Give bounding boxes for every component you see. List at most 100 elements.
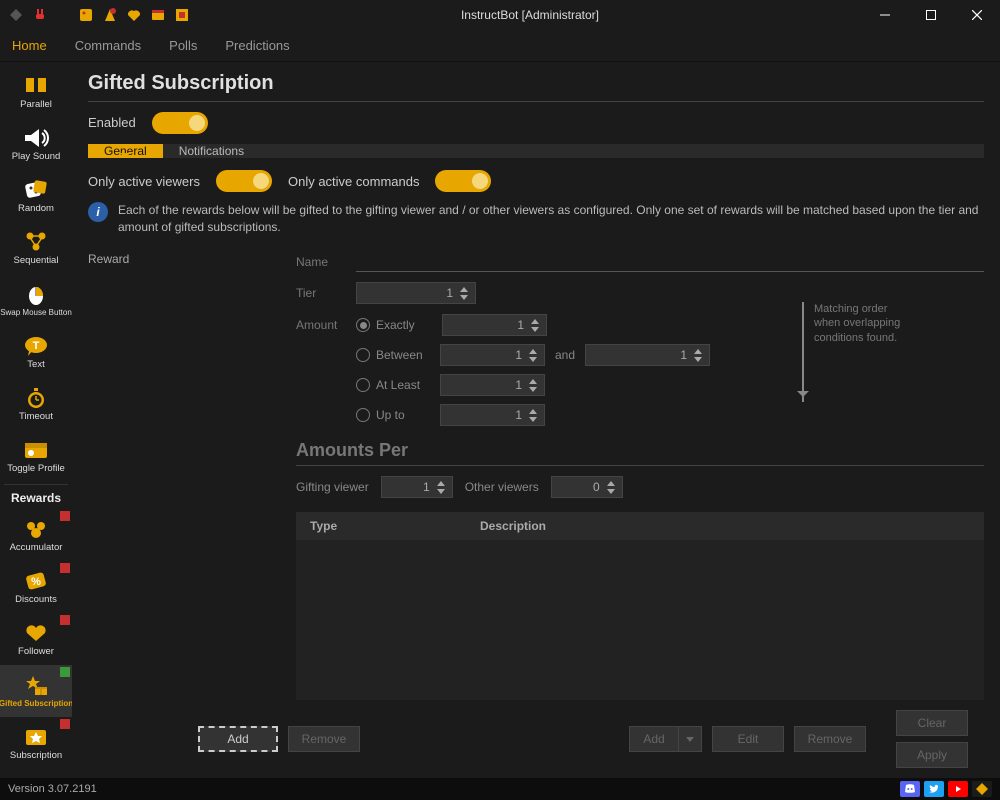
other-viewers-stepper[interactable]: 0 xyxy=(551,476,623,498)
chevron-up-icon[interactable] xyxy=(459,286,469,293)
chevron-up-icon[interactable] xyxy=(528,408,538,415)
menu-polls[interactable]: Polls xyxy=(169,38,197,53)
sound-icon xyxy=(21,126,51,150)
minimize-button[interactable] xyxy=(862,0,908,30)
arrow-note-text: Matching order when overlapping conditio… xyxy=(814,302,914,345)
chevron-down-icon[interactable] xyxy=(436,488,446,495)
plug-icon[interactable] xyxy=(32,7,48,23)
active-viewers-label: Only active viewers xyxy=(88,174,200,189)
discount-icon: % xyxy=(21,569,51,593)
accumulator-icon xyxy=(21,517,51,541)
footer-buttons: Add Remove Add Edit Remove Clear Apply xyxy=(88,700,984,778)
and-label: and xyxy=(555,348,575,362)
amount-radio-between[interactable]: Between xyxy=(356,348,430,362)
youtube-icon[interactable] xyxy=(948,781,968,797)
sidebar: Parallel Play Sound Random Sequential Sw… xyxy=(0,62,72,778)
twitter-icon[interactable] xyxy=(924,781,944,797)
gifting-viewer-stepper[interactable]: 1 xyxy=(381,476,453,498)
badge-icon xyxy=(60,615,70,625)
chevron-down-icon[interactable] xyxy=(459,294,469,301)
sidebar-item-parallel[interactable]: Parallel xyxy=(0,66,72,118)
parallel-icon xyxy=(21,74,51,98)
tool-icon-5[interactable] xyxy=(174,7,190,23)
sidebar-item-timeout[interactable]: Timeout xyxy=(0,378,72,430)
tab-general[interactable]: General xyxy=(88,144,163,159)
sidebar-item-discounts[interactable]: % Discounts xyxy=(0,561,72,613)
tool-icon-2[interactable] xyxy=(102,7,118,23)
sidebar-item-gifted-subscription[interactable]: Gifted Subscription xyxy=(0,665,72,717)
chevron-up-icon[interactable] xyxy=(528,348,538,355)
discord-icon[interactable] xyxy=(900,781,920,797)
mouse-icon xyxy=(21,283,51,307)
sidebar-item-follower[interactable]: Follower xyxy=(0,613,72,665)
chevron-up-icon[interactable] xyxy=(528,378,538,385)
amount-radio-exactly[interactable]: Exactly xyxy=(356,318,430,332)
tabbar: General Notifications xyxy=(88,144,984,159)
tier-stepper[interactable]: 1 xyxy=(356,282,476,304)
exactly-stepper[interactable]: 1 xyxy=(442,314,547,336)
svg-text:T: T xyxy=(33,340,40,352)
svg-text:%: % xyxy=(31,576,41,588)
reward-heading: Reward xyxy=(88,252,276,266)
rewards-table-body xyxy=(296,540,984,700)
badge-icon xyxy=(60,667,70,677)
badge-icon xyxy=(60,563,70,573)
chevron-up-icon[interactable] xyxy=(693,348,703,355)
column-description[interactable]: Description xyxy=(466,519,560,533)
chevron-down-icon[interactable] xyxy=(528,386,538,393)
close-button[interactable] xyxy=(954,0,1000,30)
amount-radio-up-to[interactable]: Up to xyxy=(356,408,430,422)
table-add-dropdown[interactable] xyxy=(678,726,702,752)
sidebar-item-play-sound[interactable]: Play Sound xyxy=(0,118,72,170)
between-to-stepper[interactable]: 1 xyxy=(585,344,710,366)
table-edit-button[interactable]: Edit xyxy=(712,726,784,752)
chevron-up-icon[interactable] xyxy=(606,480,616,487)
column-type[interactable]: Type xyxy=(296,519,466,533)
app-icon xyxy=(8,7,24,23)
chevron-down-icon[interactable] xyxy=(528,356,538,363)
name-input[interactable] xyxy=(356,252,984,272)
tool-icon-3[interactable] xyxy=(126,7,142,23)
chevron-up-icon[interactable] xyxy=(530,318,540,325)
app-status-icon[interactable] xyxy=(972,781,992,797)
sidebar-item-text[interactable]: T Text xyxy=(0,326,72,378)
sequential-icon xyxy=(21,230,51,254)
sidebar-item-swap-mouse[interactable]: Swap Mouse Button xyxy=(0,274,72,326)
maximize-button[interactable] xyxy=(908,0,954,30)
menu-commands[interactable]: Commands xyxy=(75,38,141,53)
sidebar-item-toggle-profile[interactable]: Toggle Profile xyxy=(0,430,72,482)
chevron-up-icon[interactable] xyxy=(436,480,446,487)
amount-radio-at-least[interactable]: At Least xyxy=(356,378,430,392)
sidebar-item-subscription[interactable]: Subscription xyxy=(0,717,72,769)
chevron-down-icon[interactable] xyxy=(530,326,540,333)
at-least-stepper[interactable]: 1 xyxy=(440,374,545,396)
clear-button[interactable]: Clear xyxy=(896,710,968,736)
tool-icon-4[interactable] xyxy=(150,7,166,23)
chevron-down-icon[interactable] xyxy=(606,488,616,495)
active-viewers-toggle[interactable] xyxy=(216,170,272,192)
sidebar-item-random[interactable]: Random xyxy=(0,170,72,222)
page-title: Gifted Subscription xyxy=(88,72,984,95)
menu-home[interactable]: Home xyxy=(12,38,47,53)
tab-notifications[interactable]: Notifications xyxy=(163,144,260,159)
reward-remove-button[interactable]: Remove xyxy=(288,726,360,752)
apply-button[interactable]: Apply xyxy=(896,742,968,768)
chevron-down-icon[interactable] xyxy=(693,356,703,363)
up-to-stepper[interactable]: 1 xyxy=(440,404,545,426)
info-text: Each of the rewards below will be gifted… xyxy=(118,202,984,236)
amounts-per-heading: Amounts Per xyxy=(296,440,984,461)
sidebar-item-accumulator[interactable]: Accumulator xyxy=(0,509,72,561)
menu-predictions[interactable]: Predictions xyxy=(225,38,289,53)
enabled-toggle[interactable] xyxy=(152,112,208,134)
profile-icon xyxy=(21,438,51,462)
between-from-stepper[interactable]: 1 xyxy=(440,344,545,366)
sidebar-item-sequential[interactable]: Sequential xyxy=(0,222,72,274)
table-remove-button[interactable]: Remove xyxy=(794,726,866,752)
window-title: InstructBot [Administrator] xyxy=(198,8,862,22)
chevron-down-icon[interactable] xyxy=(528,416,538,423)
table-add-button[interactable]: Add xyxy=(629,726,679,752)
active-commands-toggle[interactable] xyxy=(435,170,491,192)
reward-add-button[interactable]: Add xyxy=(198,726,278,752)
tool-icon-1[interactable] xyxy=(78,7,94,23)
gifting-viewer-label: Gifting viewer xyxy=(296,480,369,494)
